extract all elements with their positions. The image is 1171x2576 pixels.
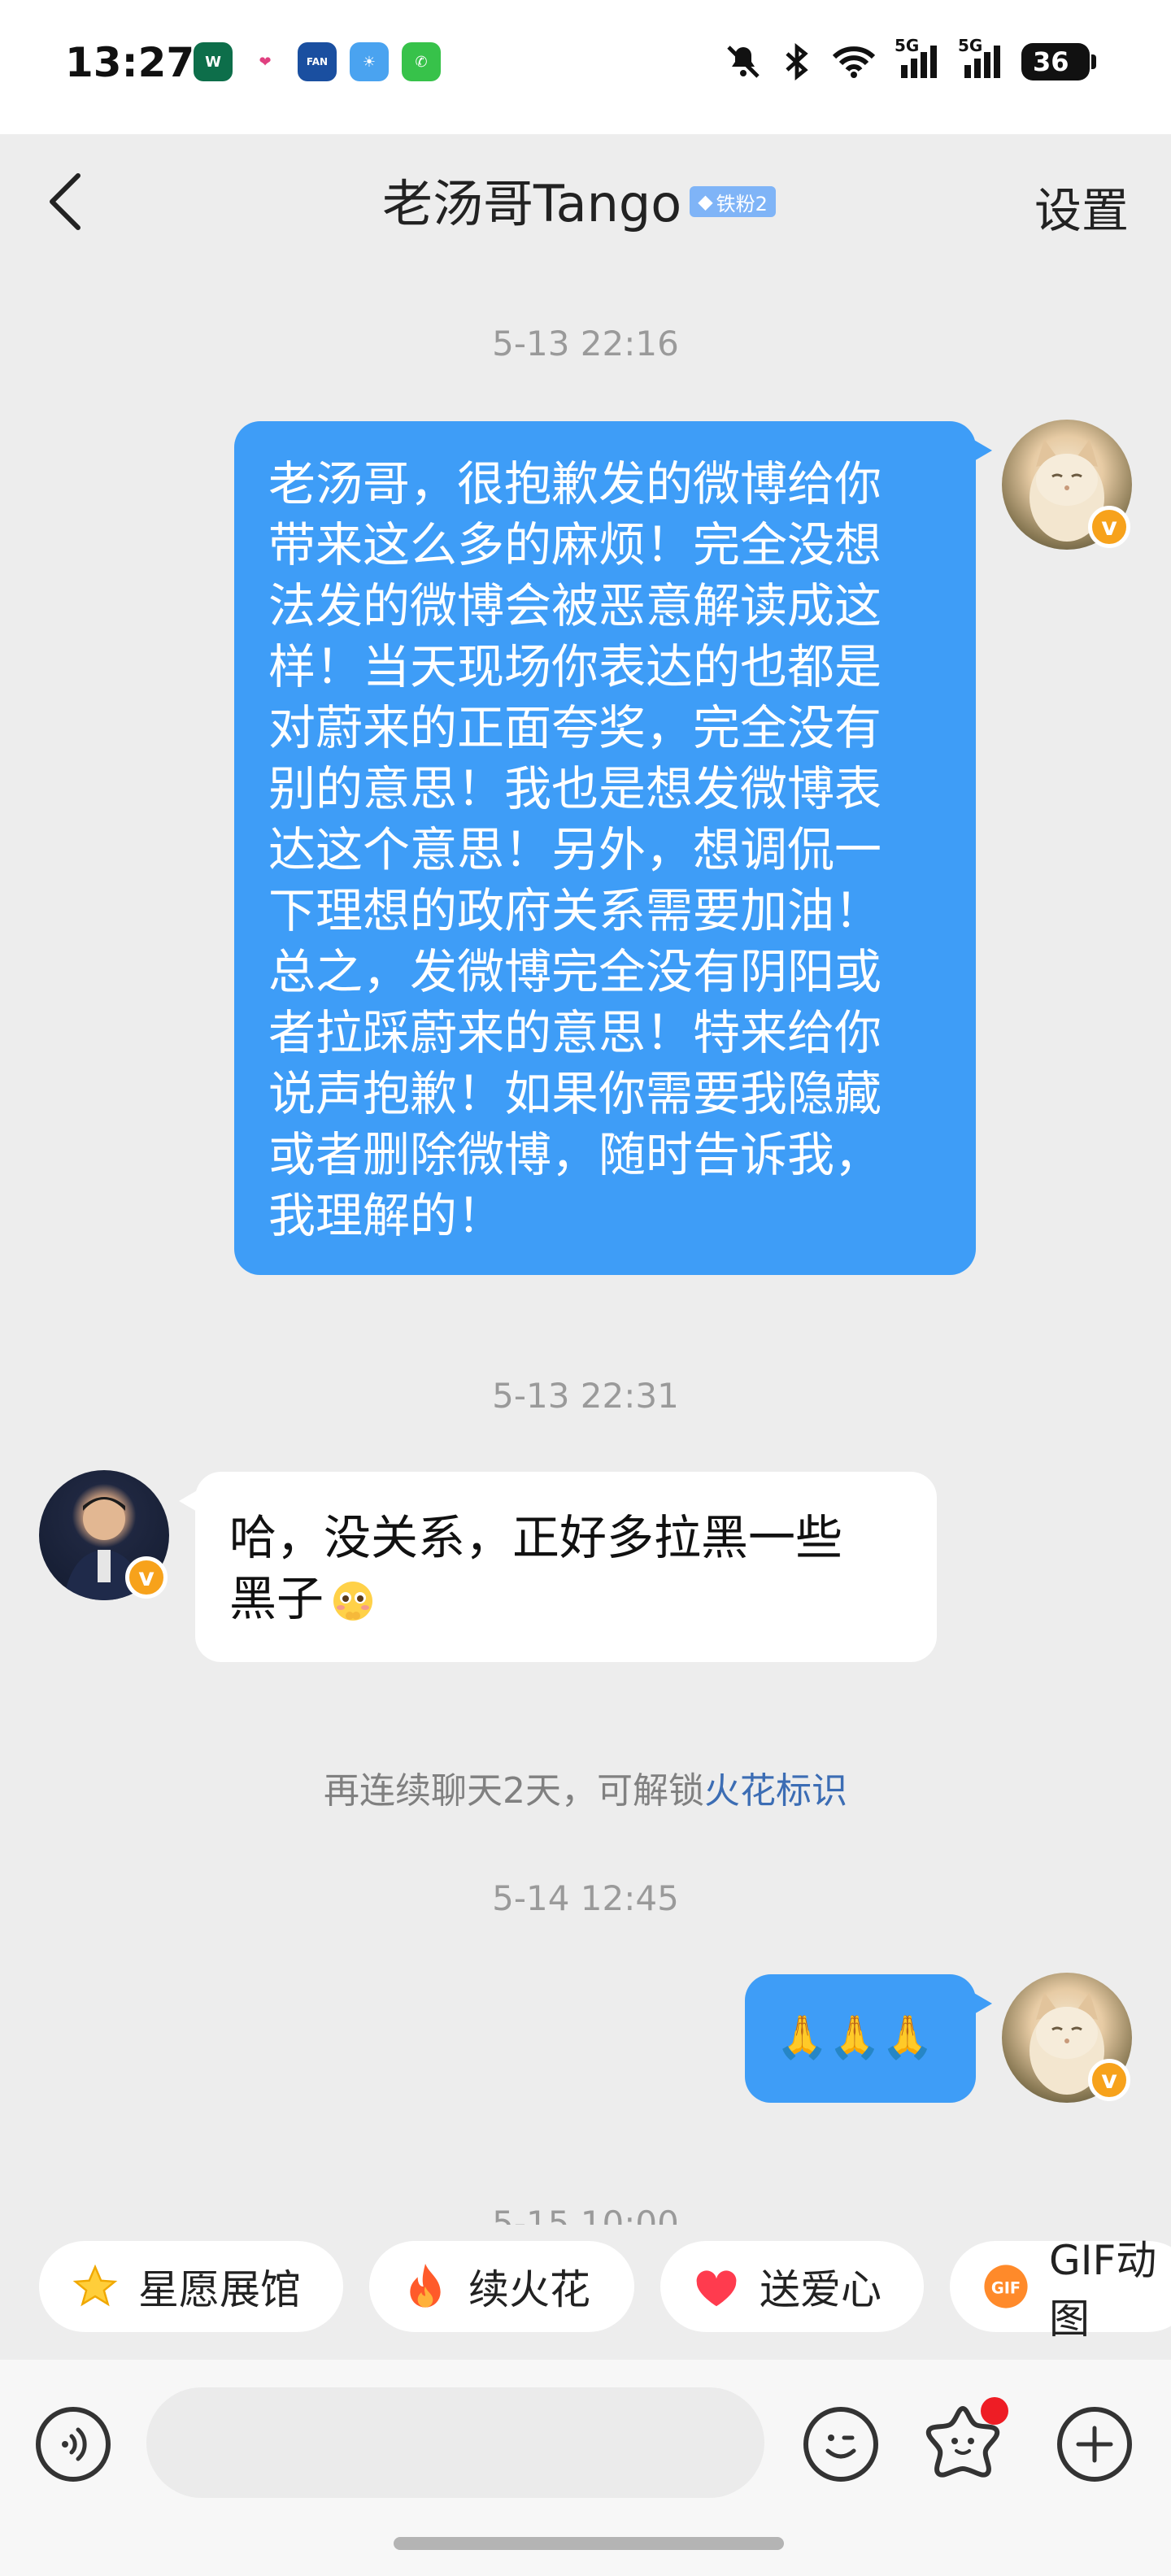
plus-icon[interactable] xyxy=(1057,2407,1132,2482)
outgoing-message-bubble[interactable]: 🙏🙏🙏 xyxy=(745,1974,992,2103)
verified-badge-icon: v xyxy=(1088,506,1130,548)
star-icon xyxy=(72,2263,119,2310)
chip-label: GIF动图 xyxy=(1049,2237,1157,2343)
fire-icon xyxy=(402,2263,449,2310)
network-label: 5G xyxy=(958,36,983,55)
chip-label: 送爱心 xyxy=(760,2266,882,2313)
chat-title-area: 老汤哥Tango ◆ 铁粉2 xyxy=(382,163,776,236)
message-line: 老汤哥，很抱歉发的微博给你 xyxy=(268,456,882,511)
message-line: 带来这么多的麻烦！完全没想 xyxy=(268,517,882,572)
outgoing-message-text: 老汤哥，很抱歉发的微博给你 带来这么多的麻烦！完全没想 法发的微博会被恶意解读成这样… xyxy=(268,454,943,1247)
incoming-message-bubble[interactable]: 哈，没关系，正好多拉黑一些 黑子 xyxy=(179,1472,937,1662)
message-line: 样！当天现场你表达的也都是 xyxy=(268,639,882,694)
home-indicator xyxy=(394,2537,784,2550)
heart-app-icon: ❤ xyxy=(246,42,285,81)
fan-level-badge: ◆ 铁粉2 xyxy=(690,186,776,217)
verified-badge-icon: v xyxy=(125,1556,168,1599)
shy-emoji-icon xyxy=(329,1575,377,1624)
incoming-message-line: 哈，没关系，正好多拉黑一些 xyxy=(229,1510,843,1565)
fanka-app-icon: FAN xyxy=(298,42,337,81)
message-input[interactable] xyxy=(146,2387,764,2498)
phone-app-icon: ✆ xyxy=(402,42,441,81)
weather-app-icon: ☀ xyxy=(350,42,389,81)
settings-button[interactable]: 设置 xyxy=(1034,172,1129,241)
message-timestamp: 5-13 22:31 xyxy=(492,1376,679,1416)
spark-badge-link[interactable]: 火花标识 xyxy=(704,1770,847,1812)
outgoing-message-bubble[interactable]: 老汤哥，很抱歉发的微博给你 带来这么多的麻烦！完全没想 法发的微博会被恶意解读成这样… xyxy=(234,421,992,1275)
svg-text:GIF: GIF xyxy=(991,2278,1021,2297)
message-line: 或者删除微博，随时告诉我， xyxy=(268,1127,882,1182)
signal-icon: 5G xyxy=(895,36,940,85)
quick-action-gif[interactable]: GIF GIF动图 xyxy=(950,2237,1171,2343)
battery-icon: 36 xyxy=(1021,43,1096,80)
status-bar: 13:27 W ❤ FAN ☀ ✆ 5G 5G 36 xyxy=(0,0,1171,134)
wechat-app-icon: W xyxy=(194,42,233,81)
spark-unlock-notice: 再连续聊天2天，可解锁火花标识 xyxy=(0,1761,1171,1813)
message-line: 对蔚来的正面夸奖，完全没有 xyxy=(268,700,882,755)
incoming-message-line-2: 黑子 xyxy=(229,1569,937,1630)
chip-label: 星愿展馆 xyxy=(138,2266,301,2313)
message-line: 我理解的！ xyxy=(268,1188,505,1243)
diamond-icon: ◆ xyxy=(698,190,713,213)
message-line: 说声抱歉！如果你需要我隐藏 xyxy=(268,1066,882,1121)
mute-icon xyxy=(724,39,763,85)
bluetooth-icon xyxy=(781,39,813,85)
chip-label: 续火花 xyxy=(468,2266,590,2313)
notification-app-icons: W ❤ FAN ☀ ✆ xyxy=(194,42,441,81)
chat-title: 老汤哥Tango xyxy=(382,174,682,233)
emoji-icon[interactable] xyxy=(803,2407,878,2482)
sticker-star-icon[interactable] xyxy=(922,2397,1008,2482)
message-timestamp: 5-13 22:16 xyxy=(492,324,679,363)
network-label: 5G xyxy=(895,36,920,55)
quick-action-spark[interactable]: 续火花 xyxy=(369,2241,634,2332)
message-line: 者拉踩蔚来的意思！特来给你 xyxy=(268,1005,882,1060)
voice-input-icon[interactable] xyxy=(36,2407,111,2482)
message-timestamp: 5-14 12:45 xyxy=(492,1878,679,1918)
message-line: 达这个意思！另外，想调侃一 xyxy=(268,822,882,877)
message-line: 下理想的政府关系需要加油！ xyxy=(268,883,882,938)
verified-badge-icon: v xyxy=(1088,2059,1130,2101)
status-time: 13:27 xyxy=(65,39,195,86)
wifi-icon xyxy=(831,39,877,85)
back-arrow-icon[interactable] xyxy=(47,172,83,231)
notice-text: 再连续聊天2天，可解锁 xyxy=(324,1770,704,1812)
message-line: 总之，发微博完全没有阴阳或 xyxy=(268,944,882,999)
signal-icon: 5G xyxy=(958,36,1003,85)
fan-level-label: 铁粉2 xyxy=(716,192,768,215)
pray-emoji-text: 🙏🙏🙏 xyxy=(776,2013,934,2062)
quick-action-send-heart[interactable]: 送爱心 xyxy=(660,2241,924,2332)
system-icons: 5G 5G 36 xyxy=(724,36,1096,85)
notification-dot xyxy=(981,2397,1008,2425)
quick-action-star-gallery[interactable]: 星愿展馆 xyxy=(39,2241,343,2332)
message-line: 法发的微博会被恶意解读成这 xyxy=(268,578,882,633)
battery-level: 36 xyxy=(1033,46,1069,77)
incoming-message-text: 黑子 xyxy=(229,1571,324,1626)
gif-icon: GIF xyxy=(982,2263,1030,2310)
heart-icon xyxy=(693,2263,740,2310)
message-timestamp-partial: 5-15 10:00 xyxy=(492,2204,679,2225)
message-line: 别的意思！我也是想发微博表 xyxy=(268,761,882,816)
